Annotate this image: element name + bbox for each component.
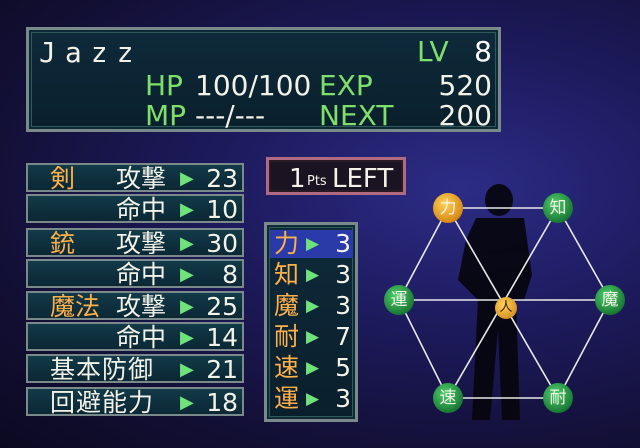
- combat-stats-panel: 剣攻撃 ▶ 23 命中 ▶ 10 銃攻撃 ▶ 30 命中 ▶ 8 魔法 攻撃 ▶ 25 命中 ▶ 14 基本防御 ▶ 21…: [26, 156, 244, 422]
- combat-stat-row: 銃 攻撃 ▶ 30: [26, 228, 244, 257]
- combat-stat-value: 21: [206, 355, 238, 384]
- combat-stat-value: 10: [206, 195, 238, 224]
- attribute-value: 3: [335, 229, 351, 258]
- combat-stat-label: 攻撃: [116, 164, 167, 193]
- character-silhouette: [458, 184, 532, 420]
- mp-value: ---/---: [195, 99, 266, 132]
- exp-label: EXP: [319, 69, 373, 102]
- arrow-right-icon: ▶: [306, 234, 320, 254]
- attribute-key: 力: [274, 229, 300, 258]
- combat-stat-value: 14: [206, 323, 238, 352]
- character-name: Jazz: [39, 36, 143, 69]
- combat-stat-row: 剣 攻撃 ▶ 23: [26, 163, 244, 192]
- attribute-value: 5: [335, 353, 351, 382]
- combat-category-label: 銃: [50, 229, 76, 258]
- hp-value: 100/100: [195, 69, 312, 102]
- attribute-row[interactable]: 魔 ▶ 3: [270, 292, 353, 320]
- combat-stat-value: 25: [206, 292, 238, 321]
- level-value: 8: [474, 35, 492, 68]
- attribute-panel: 力 ▶ 3 知 ▶ 3 魔 ▶ 3 耐 ▶ 7 速 ▶ 5 運 ▶ 3: [264, 222, 358, 422]
- arrow-right-icon: ▶: [306, 296, 320, 316]
- combat-stat-row: 回避能力 ▶ 18: [26, 387, 244, 416]
- points-unit: Pts: [307, 174, 327, 189]
- combat-stat-value: 30: [206, 229, 238, 258]
- arrow-right-icon: ▶: [180, 264, 194, 285]
- attribute-row[interactable]: 力 ▶ 3: [270, 230, 353, 258]
- attribute-key: 耐: [274, 322, 300, 351]
- exp-value: 520: [438, 69, 492, 102]
- combat-stat-label: 攻撃: [116, 229, 167, 258]
- attribute-hexagon: 力 知 魔 耐 速 運 人: [378, 180, 640, 430]
- arrow-right-icon: ▶: [180, 359, 194, 380]
- attribute-value: 7: [335, 322, 351, 351]
- hex-node-magic[interactable]: 魔: [595, 285, 625, 315]
- arrow-right-icon: ▶: [180, 199, 194, 220]
- combat-stat-label: 基本防御: [50, 355, 155, 384]
- combat-stat-value: 8: [222, 260, 238, 289]
- arrow-right-icon: ▶: [180, 233, 194, 254]
- hex-node-speed[interactable]: 速: [433, 383, 463, 413]
- next-label: NEXT: [319, 99, 394, 132]
- attribute-key: 運: [274, 384, 300, 413]
- combat-stat-label: 命中: [116, 260, 167, 289]
- attribute-key: 速: [274, 353, 300, 382]
- combat-stat-label: 命中: [116, 195, 167, 224]
- arrow-right-icon: ▶: [180, 168, 194, 189]
- combat-stat-row: 基本防御 ▶ 21: [26, 354, 244, 383]
- combat-stat-label: 命中: [116, 323, 167, 352]
- attribute-value: 3: [335, 291, 351, 320]
- hex-node-endurance[interactable]: 耐: [543, 383, 573, 413]
- combat-stat-row: 命中 ▶ 8: [26, 259, 244, 288]
- arrow-right-icon: ▶: [180, 296, 194, 317]
- arrow-right-icon: ▶: [180, 327, 194, 348]
- attribute-row[interactable]: 耐 ▶ 7: [270, 323, 353, 351]
- attribute-row[interactable]: 運 ▶ 3: [270, 385, 353, 413]
- points-count: 1: [289, 164, 306, 194]
- combat-stat-value: 23: [206, 164, 238, 193]
- combat-stat-row: 魔法 攻撃 ▶ 25: [26, 291, 244, 320]
- hp-label: HP: [145, 69, 183, 102]
- attribute-key: 知: [274, 260, 300, 289]
- combat-category-label: 魔法: [50, 292, 101, 321]
- attribute-row[interactable]: 知 ▶ 3: [270, 261, 353, 289]
- arrow-right-icon: ▶: [306, 358, 320, 378]
- level-label: LV: [417, 35, 449, 68]
- arrow-right-icon: ▶: [180, 392, 194, 413]
- hex-node-strength[interactable]: 力: [433, 193, 463, 223]
- attribute-row[interactable]: 速 ▶ 5: [270, 354, 353, 382]
- combat-category-label: 剣: [50, 164, 76, 193]
- combat-stat-row: 命中 ▶ 10: [26, 194, 244, 223]
- hex-node-intelligence[interactable]: 知: [543, 193, 573, 223]
- combat-stat-label: 攻撃: [116, 292, 167, 321]
- combat-stat-value: 18: [206, 388, 238, 417]
- attribute-value: 3: [335, 384, 351, 413]
- attribute-key: 魔: [274, 291, 300, 320]
- hex-center-marker: 人: [495, 297, 517, 319]
- mp-label: MP: [145, 99, 187, 132]
- combat-stat-label: 回避能力: [50, 388, 155, 417]
- hex-node-luck[interactable]: 運: [384, 285, 414, 315]
- attribute-value: 3: [335, 260, 351, 289]
- arrow-right-icon: ▶: [306, 389, 320, 409]
- arrow-right-icon: ▶: [306, 265, 320, 285]
- combat-stat-row: 命中 ▶ 14: [26, 322, 244, 351]
- arrow-right-icon: ▶: [306, 327, 320, 347]
- next-value: 200: [438, 99, 492, 132]
- status-panel: Jazz LV 8 HP 100/100 EXP 520 MP ---/--- …: [26, 27, 501, 132]
